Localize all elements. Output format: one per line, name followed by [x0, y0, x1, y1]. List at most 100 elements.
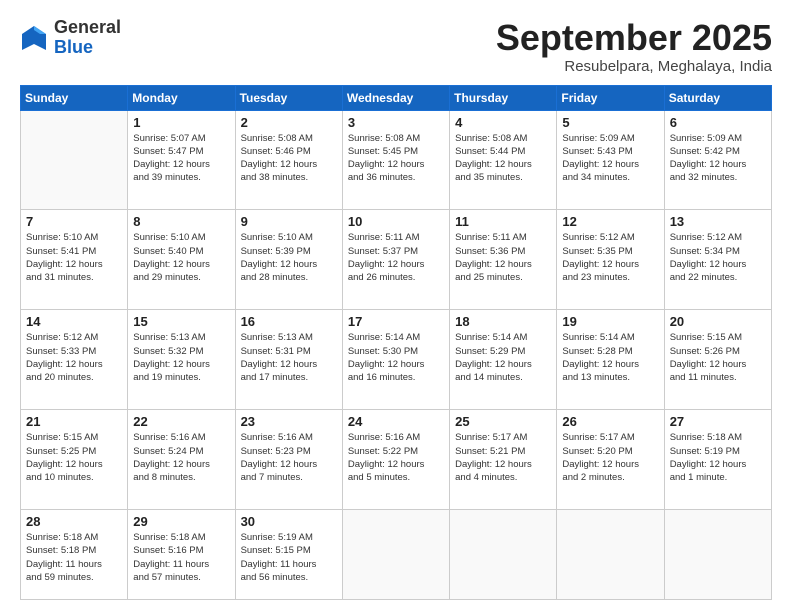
day-number: 29	[133, 514, 229, 529]
day-number: 15	[133, 314, 229, 329]
calendar-cell	[342, 510, 449, 600]
day-number: 28	[26, 514, 122, 529]
calendar-table: Sunday Monday Tuesday Wednesday Thursday…	[20, 85, 772, 600]
day-info: Sunrise: 5:17 AM Sunset: 5:21 PM Dayligh…	[455, 431, 551, 484]
day-number: 6	[670, 115, 766, 130]
day-info: Sunrise: 5:16 AM Sunset: 5:23 PM Dayligh…	[241, 431, 337, 484]
page: General Blue September 2025 Resubelpara,…	[0, 0, 792, 612]
calendar-cell: 13 Sunrise: 5:12 AM Sunset: 5:34 PM Dayli…	[664, 210, 771, 310]
calendar-cell	[450, 510, 557, 600]
calendar-cell	[664, 510, 771, 600]
day-number: 8	[133, 214, 229, 229]
calendar-cell: 20 Sunrise: 5:15 AM Sunset: 5:26 PM Dayli…	[664, 310, 771, 410]
day-info: Sunrise: 5:11 AM Sunset: 5:36 PM Dayligh…	[455, 231, 551, 284]
day-number: 1	[133, 115, 229, 130]
day-info: Sunrise: 5:09 AM Sunset: 5:42 PM Dayligh…	[670, 132, 766, 185]
day-number: 12	[562, 214, 658, 229]
day-info: Sunrise: 5:13 AM Sunset: 5:31 PM Dayligh…	[241, 331, 337, 384]
day-info: Sunrise: 5:18 AM Sunset: 5:16 PM Dayligh…	[133, 531, 229, 584]
calendar-cell: 10Sunrise: 5:11 AM Sunset: 5:37 PM Dayli…	[342, 210, 449, 310]
day-number: 27	[670, 414, 766, 429]
calendar-cell: 4 Sunrise: 5:08 AM Sunset: 5:44 PM Daylig…	[450, 110, 557, 210]
header: General Blue September 2025 Resubelpara,…	[20, 18, 772, 75]
calendar-cell	[557, 510, 664, 600]
day-info: Sunrise: 5:12 AM Sunset: 5:34 PM Dayligh…	[670, 231, 766, 284]
day-info: Sunrise: 5:12 AM Sunset: 5:35 PM Dayligh…	[562, 231, 658, 284]
day-number: 24	[348, 414, 444, 429]
day-number: 20	[670, 314, 766, 329]
day-number: 7	[26, 214, 122, 229]
day-info: Sunrise: 5:15 AM Sunset: 5:26 PM Dayligh…	[670, 331, 766, 384]
calendar-cell: 27Sunrise: 5:18 AM Sunset: 5:19 PM Dayli…	[664, 410, 771, 510]
day-number: 19	[562, 314, 658, 329]
calendar-cell	[21, 110, 128, 210]
day-info: Sunrise: 5:19 AM Sunset: 5:15 PM Dayligh…	[241, 531, 337, 584]
day-info: Sunrise: 5:14 AM Sunset: 5:28 PM Dayligh…	[562, 331, 658, 384]
calendar-cell: 14 Sunrise: 5:12 AM Sunset: 5:33 PM Dayli…	[21, 310, 128, 410]
day-info: Sunrise: 5:11 AM Sunset: 5:37 PM Dayligh…	[348, 231, 444, 284]
title-area: September 2025 Resubelpara, Meghalaya, I…	[496, 18, 772, 75]
day-info: Sunrise: 5:16 AM Sunset: 5:22 PM Dayligh…	[348, 431, 444, 484]
day-info: Sunrise: 5:08 AM Sunset: 5:44 PM Dayligh…	[455, 132, 551, 185]
day-info: Sunrise: 5:08 AM Sunset: 5:46 PM Dayligh…	[241, 132, 337, 185]
header-saturday: Saturday	[664, 85, 771, 110]
calendar-cell: 26Sunrise: 5:17 AM Sunset: 5:20 PM Dayli…	[557, 410, 664, 510]
calendar-cell: 18 Sunrise: 5:14 AM Sunset: 5:29 PM Dayli…	[450, 310, 557, 410]
calendar-cell: 2Sunrise: 5:08 AM Sunset: 5:46 PM Daylig…	[235, 110, 342, 210]
logo-general: General	[54, 18, 121, 38]
month-title: September 2025	[496, 18, 772, 58]
day-number: 30	[241, 514, 337, 529]
day-info: Sunrise: 5:16 AM Sunset: 5:24 PM Dayligh…	[133, 431, 229, 484]
calendar-cell: 12 Sunrise: 5:12 AM Sunset: 5:35 PM Dayli…	[557, 210, 664, 310]
calendar-cell: 8 Sunrise: 5:10 AM Sunset: 5:40 PM Daylig…	[128, 210, 235, 310]
day-number: 25	[455, 414, 551, 429]
day-number: 17	[348, 314, 444, 329]
day-number: 3	[348, 115, 444, 130]
header-sunday: Sunday	[21, 85, 128, 110]
day-number: 9	[241, 214, 337, 229]
day-number: 5	[562, 115, 658, 130]
calendar-cell: 1Sunrise: 5:07 AM Sunset: 5:47 PM Daylig…	[128, 110, 235, 210]
day-info: Sunrise: 5:14 AM Sunset: 5:29 PM Dayligh…	[455, 331, 551, 384]
header-friday: Friday	[557, 85, 664, 110]
day-number: 26	[562, 414, 658, 429]
logo-blue: Blue	[54, 38, 121, 58]
day-number: 18	[455, 314, 551, 329]
day-number: 23	[241, 414, 337, 429]
day-info: Sunrise: 5:13 AM Sunset: 5:32 PM Dayligh…	[133, 331, 229, 384]
day-info: Sunrise: 5:12 AM Sunset: 5:33 PM Dayligh…	[26, 331, 122, 384]
day-number: 21	[26, 414, 122, 429]
calendar-cell: 17 Sunrise: 5:14 AM Sunset: 5:30 PM Dayli…	[342, 310, 449, 410]
logo-text: General Blue	[54, 18, 121, 58]
calendar-cell: 28 Sunrise: 5:18 AM Sunset: 5:18 PM Dayli…	[21, 510, 128, 600]
day-info: Sunrise: 5:15 AM Sunset: 5:25 PM Dayligh…	[26, 431, 122, 484]
calendar-cell: 25 Sunrise: 5:17 AM Sunset: 5:21 PM Dayli…	[450, 410, 557, 510]
header-tuesday: Tuesday	[235, 85, 342, 110]
day-number: 4	[455, 115, 551, 130]
day-info: Sunrise: 5:18 AM Sunset: 5:18 PM Dayligh…	[26, 531, 122, 584]
calendar-cell: 15 Sunrise: 5:13 AM Sunset: 5:32 PM Dayli…	[128, 310, 235, 410]
calendar-cell: 29 Sunrise: 5:18 AM Sunset: 5:16 PM Dayli…	[128, 510, 235, 600]
calendar-cell: 11 Sunrise: 5:11 AM Sunset: 5:36 PM Dayli…	[450, 210, 557, 310]
calendar-cell: 5Sunrise: 5:09 AM Sunset: 5:43 PM Daylig…	[557, 110, 664, 210]
logo: General Blue	[20, 18, 121, 58]
day-number: 16	[241, 314, 337, 329]
calendar-cell: 7Sunrise: 5:10 AM Sunset: 5:41 PM Daylig…	[21, 210, 128, 310]
calendar-cell: 21 Sunrise: 5:15 AM Sunset: 5:25 PM Dayli…	[21, 410, 128, 510]
location: Resubelpara, Meghalaya, India	[496, 58, 772, 75]
day-info: Sunrise: 5:10 AM Sunset: 5:40 PM Dayligh…	[133, 231, 229, 284]
day-info: Sunrise: 5:08 AM Sunset: 5:45 PM Dayligh…	[348, 132, 444, 185]
logo-icon	[20, 24, 48, 52]
day-number: 11	[455, 214, 551, 229]
calendar-cell: 16 Sunrise: 5:13 AM Sunset: 5:31 PM Dayli…	[235, 310, 342, 410]
day-number: 14	[26, 314, 122, 329]
calendar-cell: 9 Sunrise: 5:10 AM Sunset: 5:39 PM Daylig…	[235, 210, 342, 310]
day-info: Sunrise: 5:14 AM Sunset: 5:30 PM Dayligh…	[348, 331, 444, 384]
calendar-cell: 6 Sunrise: 5:09 AM Sunset: 5:42 PM Daylig…	[664, 110, 771, 210]
day-info: Sunrise: 5:10 AM Sunset: 5:39 PM Dayligh…	[241, 231, 337, 284]
calendar-cell: 24 Sunrise: 5:16 AM Sunset: 5:22 PM Dayli…	[342, 410, 449, 510]
day-number: 13	[670, 214, 766, 229]
header-wednesday: Wednesday	[342, 85, 449, 110]
header-monday: Monday	[128, 85, 235, 110]
calendar-cell: 19 Sunrise: 5:14 AM Sunset: 5:28 PM Dayli…	[557, 310, 664, 410]
